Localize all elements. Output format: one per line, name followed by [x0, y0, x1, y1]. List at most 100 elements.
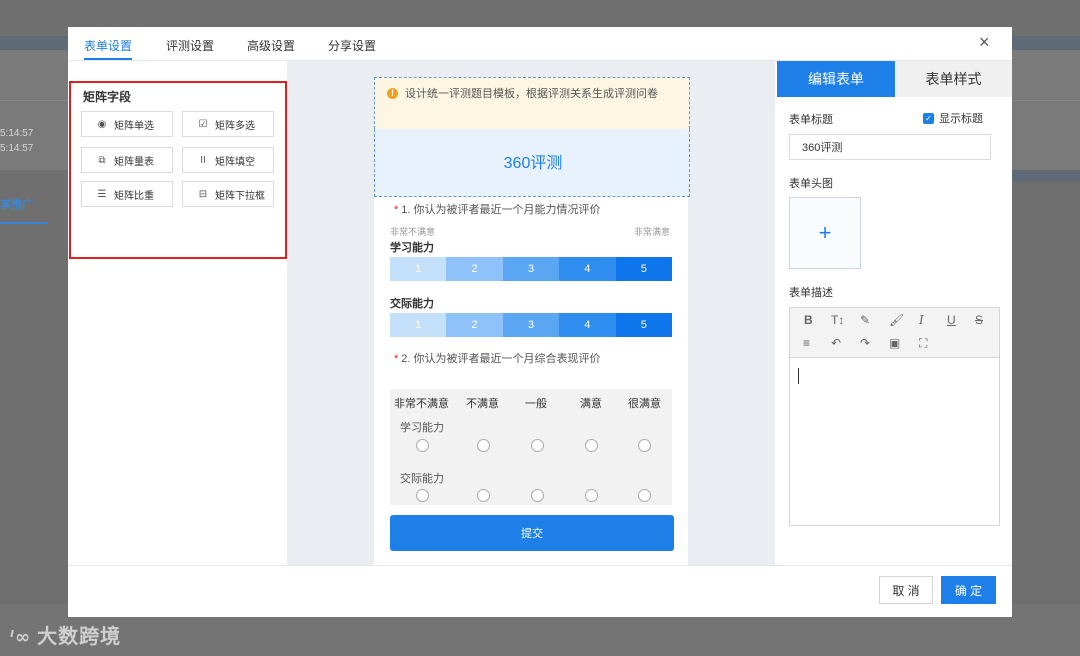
- matrix-column-header: 不满意: [466, 398, 499, 410]
- redo-icon[interactable]: ↷: [860, 336, 870, 350]
- field-matrix-fill[interactable]: II 矩阵填空: [182, 147, 274, 173]
- checkmark-icon: ✓: [923, 112, 934, 124]
- rating-option[interactable]: 4: [559, 313, 616, 337]
- question-2-title[interactable]: * 2. 你认为被评者最近一个月综合表现评价: [394, 350, 601, 366]
- matrix-radio[interactable]: [638, 489, 651, 502]
- cancel-button[interactable]: 取 消: [879, 576, 933, 604]
- matrix-row-label: 交际能力: [400, 473, 444, 485]
- matrix-radio[interactable]: [585, 489, 598, 502]
- matrix-radio[interactable]: [531, 489, 544, 502]
- field-label: 矩阵比重: [114, 190, 154, 202]
- copy-icon: ⧉: [98, 154, 106, 166]
- question-2-text: 2. 你认为被评者最近一个月综合表现评价: [401, 353, 601, 365]
- rating-option[interactable]: 3: [502, 313, 560, 337]
- dropdown-icon: ⊟: [198, 188, 208, 200]
- form-title: 360评测: [503, 155, 563, 172]
- watermark-text: 大数跨境: [37, 626, 122, 648]
- rating-option[interactable]: 3: [502, 257, 560, 281]
- field-label: 矩阵单选: [114, 120, 154, 132]
- field-label: 矩阵下拉框: [215, 190, 265, 202]
- rich-text-editor[interactable]: B T↕ ✎ 🖌 I U S ≡ ↶ ↷ ▣ ⛶: [789, 307, 1000, 526]
- field-palette: 矩阵字段 ◉ 矩阵单选 ☑ 矩阵多选 ⧉ 矩阵量表 II 矩阵填空 ☰ 矩阵比重…: [68, 61, 287, 565]
- question-1-text: 1. 你认为被评者最近一个月能力情况评价: [401, 204, 601, 216]
- tab-form-style[interactable]: 表单样式: [895, 61, 1012, 97]
- matrix-column-header: 很满意: [628, 398, 661, 410]
- watermark: ᑊ∞ 大数跨境: [10, 620, 121, 649]
- tab-evaluation-settings[interactable]: 评测设置: [166, 37, 214, 54]
- matrix-column-header: 一般: [525, 398, 547, 410]
- upload-image-button[interactable]: +: [789, 197, 861, 269]
- highlight-icon[interactable]: ✎: [860, 313, 870, 327]
- background-tab-share: 享推广: [0, 199, 33, 211]
- tab-form-settings[interactable]: 表单设置: [84, 37, 132, 54]
- matrix-radio[interactable]: [638, 439, 651, 452]
- question-1-title[interactable]: * 1. 你认为被评者最近一个月能力情况评价: [394, 201, 601, 217]
- rating-option[interactable]: 1: [390, 313, 447, 337]
- matrix-radio[interactable]: [416, 439, 429, 452]
- rating-option[interactable]: 5: [615, 257, 673, 281]
- rating-option[interactable]: 5: [615, 313, 673, 337]
- fullscreen-icon[interactable]: ⛶: [919, 336, 927, 351]
- field-label: 矩阵量表: [114, 156, 154, 168]
- show-title-checkbox[interactable]: ✓ 显示标题: [923, 110, 983, 126]
- show-title-label: 显示标题: [939, 113, 983, 125]
- checkbox-icon: ☑: [198, 118, 208, 130]
- description-label: 表单描述: [789, 287, 833, 299]
- rating-option[interactable]: 4: [559, 257, 616, 281]
- matrix-radio[interactable]: [531, 439, 544, 452]
- bold-icon[interactable]: B: [804, 313, 813, 327]
- image-icon[interactable]: ▣: [889, 336, 900, 350]
- form-title-input[interactable]: 360评测: [789, 134, 991, 160]
- editor-toolbar: B T↕ ✎ 🖌 I U S ≡ ↶ ↷ ▣ ⛶: [790, 308, 999, 358]
- field-matrix-weight[interactable]: ☰ 矩阵比重: [81, 181, 173, 207]
- italic-icon[interactable]: I: [919, 313, 924, 327]
- header-image-label: 表单头图: [789, 178, 833, 190]
- brush-icon[interactable]: 🖌: [889, 313, 904, 327]
- watermark-logo-icon: ᑊ∞: [10, 627, 32, 648]
- matrix-row-label: 交际能力: [390, 298, 434, 310]
- text-cursor: [798, 368, 799, 384]
- matrix-radio[interactable]: [585, 439, 598, 452]
- confirm-button[interactable]: 确 定: [941, 576, 996, 604]
- rating-option[interactable]: 2: [446, 313, 503, 337]
- underline-icon[interactable]: U: [947, 313, 956, 327]
- field-matrix-dropdown[interactable]: ⊟ 矩阵下拉框: [182, 181, 274, 207]
- close-icon[interactable]: ×: [979, 32, 990, 53]
- radio-icon: ◉: [97, 118, 107, 130]
- warning-icon: !: [387, 88, 398, 99]
- align-icon[interactable]: ≡: [803, 336, 810, 350]
- matrix-radio-table: 非常不满意 不满意 一般 满意 很满意 学习能力 交际能力: [390, 389, 672, 505]
- matrix-radio[interactable]: [416, 489, 429, 502]
- required-mark: *: [394, 204, 399, 216]
- field-matrix-single[interactable]: ◉ 矩阵单选: [81, 111, 173, 137]
- background-band: [1012, 170, 1080, 182]
- form-preview: ! 设计统一评测题目模板，根据评测关系生成评测问卷 360评测 * 1. 你认为被…: [374, 77, 690, 565]
- properties-panel: 编辑表单 表单样式 表单标题 ✓ 显示标题 360评测 表单头图 + 表单描述 …: [775, 61, 1012, 565]
- tab-share-settings[interactable]: 分享设置: [328, 37, 376, 54]
- strikethrough-icon[interactable]: S: [975, 313, 983, 327]
- matrix-row-label: 学习能力: [400, 422, 444, 434]
- section-title: 矩阵字段: [83, 90, 132, 104]
- submit-button[interactable]: 提交: [390, 515, 674, 551]
- matrix-row-label: 学习能力: [390, 242, 434, 254]
- rating-scale-row: 1 2 3 4 5: [390, 257, 673, 281]
- rating-option[interactable]: 2: [446, 257, 503, 281]
- field-matrix-multi[interactable]: ☑ 矩阵多选: [182, 111, 274, 137]
- plus-icon: +: [818, 220, 832, 245]
- text-size-icon[interactable]: T↕: [831, 313, 844, 327]
- background-tab-underline: [0, 222, 48, 224]
- form-settings-dialog: 表单设置 评测设置 高级设置 分享设置 × 矩阵字段 ◉ 矩阵单选 ☑ 矩阵多选…: [68, 27, 1012, 617]
- field-label: 矩阵填空: [215, 156, 255, 168]
- field-label: 矩阵多选: [215, 120, 255, 132]
- form-title-block[interactable]: 360评测: [374, 129, 690, 197]
- matrix-radio[interactable]: [477, 489, 490, 502]
- rating-option[interactable]: 1: [390, 257, 447, 281]
- tab-edit-form[interactable]: 编辑表单: [777, 61, 895, 97]
- scale-high-label: 非常满意: [633, 227, 670, 237]
- tab-advanced-settings[interactable]: 高级设置: [247, 37, 295, 54]
- undo-icon[interactable]: ↶: [831, 336, 841, 350]
- field-matrix-scale[interactable]: ⧉ 矩阵量表: [81, 147, 173, 173]
- dialog-footer: 取 消 确 定: [68, 565, 1012, 617]
- matrix-radio[interactable]: [477, 439, 490, 452]
- form-title-label: 表单标题: [789, 114, 833, 126]
